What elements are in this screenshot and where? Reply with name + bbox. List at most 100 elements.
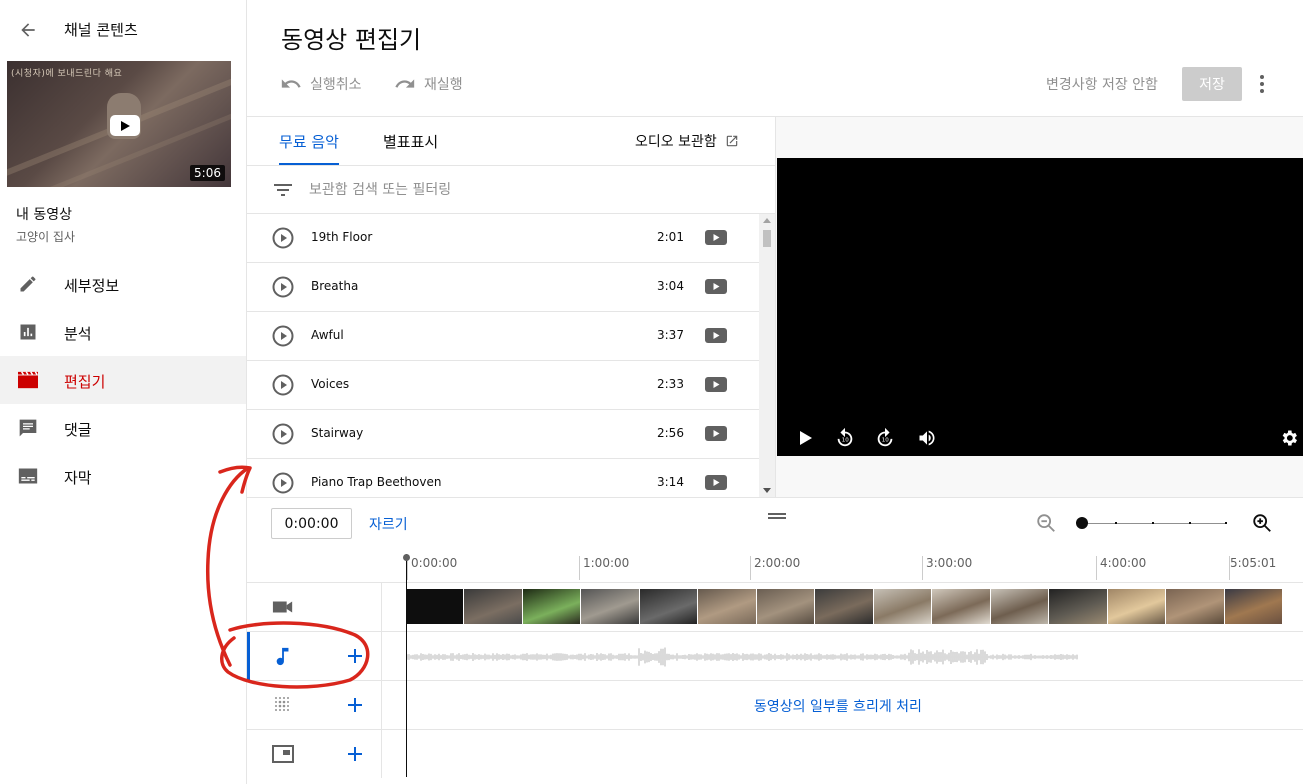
filmstrip-frame (522, 589, 581, 624)
undo-button[interactable]: 실행취소 (280, 72, 362, 96)
resize-handle[interactable] (768, 512, 786, 520)
video-thumbnail[interactable]: (시청자)에 보내드린다 해요 5:06 (7, 61, 231, 187)
video-icon (271, 595, 295, 619)
redo-icon (395, 79, 415, 88)
track-duration: 2:56 (657, 426, 684, 440)
play-icon[interactable] (794, 426, 818, 450)
video-player[interactable]: 10 10 (777, 158, 1303, 456)
filmstrip-frame (464, 589, 522, 624)
tab-starred[interactable]: 별표표시 (383, 117, 438, 165)
analytics-icon (16, 320, 40, 344)
track-row[interactable]: Awful 3:37 (247, 312, 759, 361)
add-end-screen-icon[interactable] (343, 742, 367, 766)
ruler-label: 1:00:00 (583, 556, 630, 570)
add-track-icon[interactable] (705, 328, 727, 343)
channel-owner: 고양이 집사 (16, 230, 76, 244)
sidebar-item-label: 세부정보 (64, 277, 120, 295)
filter-bar (247, 165, 775, 214)
play-circle-icon[interactable] (271, 422, 295, 446)
play-circle-icon[interactable] (271, 275, 295, 299)
track-list: 19th Floor 2:01 Breatha 3:04 Awful 3:37 … (247, 214, 759, 498)
filmstrip-frame (756, 589, 815, 624)
tab-free-music[interactable]: 무료 음악 (279, 117, 339, 165)
track-row[interactable]: Piano Trap Beethoven 3:14 (247, 459, 759, 498)
filmstrip-frame (1107, 589, 1166, 624)
volume-icon[interactable] (915, 426, 939, 450)
back-arrow-icon[interactable] (16, 18, 40, 42)
forward-10-icon[interactable]: 10 (873, 426, 897, 450)
track-list-scrollbar[interactable] (759, 214, 775, 498)
ruler-label: 4:00:00 (1100, 556, 1147, 570)
zoom-slider[interactable] (1076, 517, 1227, 529)
track-row[interactable]: Voices 2:33 (247, 361, 759, 410)
save-button[interactable]: 저장 (1182, 67, 1242, 101)
track-row[interactable]: Stairway 2:56 (247, 410, 759, 459)
add-track-icon[interactable] (705, 279, 727, 294)
play-circle-icon[interactable] (271, 471, 295, 495)
ruler-label: 2:00:00 (754, 556, 801, 570)
track-name: Stairway (311, 426, 364, 440)
trim-button[interactable]: 자르기 (369, 514, 408, 534)
filter-icon[interactable] (271, 178, 295, 202)
sidebar-item-comments[interactable]: 댓글 (0, 404, 246, 452)
discard-changes-button[interactable]: 변경사항 저장 안함 (1046, 74, 1158, 94)
zoom-out-icon[interactable] (1035, 512, 1057, 534)
blur-video-link[interactable]: 동영상의 일부를 흐리게 처리 (754, 696, 922, 716)
filmstrip-frame (698, 589, 756, 624)
sidebar-item-editor[interactable]: 편집기 (0, 356, 246, 404)
audio-panel: 무료 음악 별표표시 오디오 보관함 19th Floor 2:01 Breat… (247, 116, 776, 498)
video-duration: 5:06 (190, 165, 225, 181)
more-vert-icon[interactable] (1250, 72, 1274, 96)
end-screen-icon (271, 742, 295, 766)
blur-grid-icon (271, 693, 295, 717)
add-audio-icon[interactable] (343, 644, 367, 668)
sidebar-item-details[interactable]: 세부정보 (0, 260, 246, 308)
filmstrip-frame (1224, 589, 1283, 624)
playhead[interactable] (403, 554, 410, 777)
channel-content-link[interactable]: 채널 콘텐츠 (64, 19, 138, 40)
pencil-icon (16, 272, 40, 296)
redo-label: 재실행 (424, 77, 463, 93)
scroll-down-arrow-icon[interactable] (763, 488, 771, 493)
play-icon[interactable] (110, 115, 140, 136)
track-row[interactable]: 19th Floor 2:01 (247, 214, 759, 263)
add-blur-icon[interactable] (343, 693, 367, 717)
scrollbar-thumb[interactable] (763, 230, 771, 247)
sidebar-item-label: 자막 (64, 469, 92, 487)
audio-library-label: 오디오 보관함 (635, 134, 717, 150)
zoom-slider-knob[interactable] (1076, 517, 1088, 529)
zoom-in-icon[interactable] (1251, 512, 1273, 534)
sidebar-item-subtitles[interactable]: 자막 (0, 452, 246, 500)
track-row[interactable]: Breatha 3:04 (247, 263, 759, 312)
ruler-label: 0:00:00 (411, 556, 458, 570)
track-duration: 3:04 (657, 279, 684, 293)
timecode-input[interactable]: 0:00:00 (271, 508, 352, 539)
play-circle-icon[interactable] (271, 226, 295, 250)
play-circle-icon[interactable] (271, 373, 295, 397)
add-track-icon[interactable] (705, 426, 727, 441)
subtitles-icon (16, 464, 40, 488)
sidebar-item-label: 편집기 (64, 373, 106, 391)
svg-text:10: 10 (882, 438, 889, 444)
scroll-up-arrow-icon[interactable] (763, 218, 771, 223)
video-filmstrip[interactable] (406, 589, 1283, 624)
sidebar: 채널 콘텐츠 (시청자)에 보내드린다 해요 5:06 내 동영상 고양이 집사… (0, 0, 247, 784)
undo-label: 실행취소 (310, 77, 362, 93)
audio-library-link[interactable]: 오디오 보관함 (635, 131, 739, 151)
ruler-label: 3:00:00 (926, 556, 973, 570)
track-name: Breatha (311, 279, 359, 293)
add-track-icon[interactable] (705, 475, 727, 490)
undo-icon (281, 79, 301, 88)
track-name: 19th Floor (311, 230, 373, 244)
settings-gear-icon[interactable] (1277, 426, 1301, 450)
track-duration: 3:14 (657, 475, 684, 489)
rewind-10-icon[interactable]: 10 (833, 426, 857, 450)
sidebar-item-analytics[interactable]: 분석 (0, 308, 246, 356)
filter-input[interactable] (309, 178, 749, 202)
redo-button[interactable]: 재실행 (394, 72, 463, 96)
play-circle-icon[interactable] (271, 324, 295, 348)
add-track-icon[interactable] (705, 377, 727, 392)
clapperboard-icon (16, 368, 40, 392)
add-track-icon[interactable] (705, 230, 727, 245)
ruler-label: 5:05:01 (1230, 556, 1277, 570)
